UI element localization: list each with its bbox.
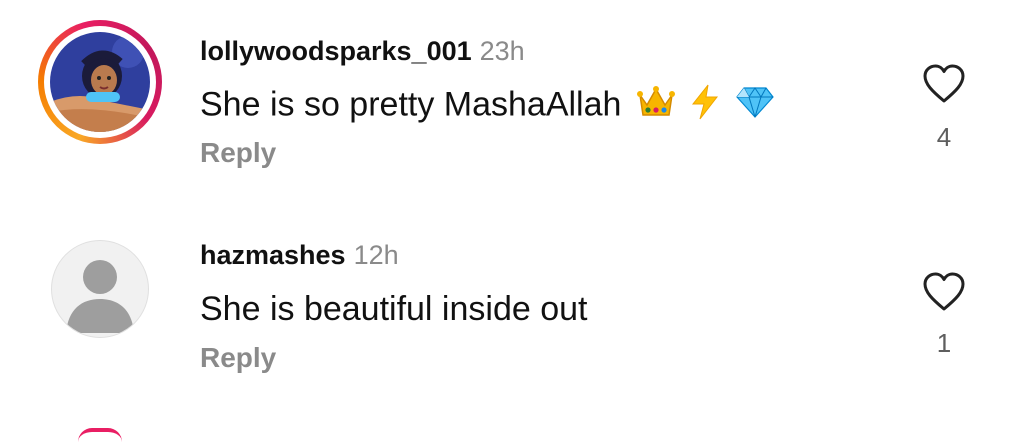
like-count: 4 bbox=[936, 122, 952, 152]
comment-item: hazmashes 12h She is beautiful inside out… bbox=[0, 210, 1024, 420]
username[interactable]: hazmashes bbox=[200, 240, 346, 270]
comment-body: She is beautiful inside out bbox=[200, 290, 588, 328]
avatar-image bbox=[50, 32, 150, 132]
default-avatar[interactable] bbox=[51, 240, 149, 338]
heart-icon bbox=[923, 64, 965, 103]
like-button[interactable] bbox=[922, 64, 966, 104]
reply-button[interactable]: Reply bbox=[200, 137, 276, 169]
lightning-icon bbox=[690, 84, 720, 129]
comment-meta: hazmashes 12h bbox=[200, 240, 399, 271]
avatar-with-story-ring[interactable] bbox=[38, 20, 162, 144]
comment-text: She is beautiful inside out bbox=[200, 290, 587, 329]
heart-icon bbox=[923, 272, 965, 311]
comment-text: She is so pretty MashaAllah bbox=[200, 84, 774, 129]
crown-icon bbox=[636, 85, 675, 128]
gem-icon bbox=[736, 86, 774, 127]
comment-meta: lollywoodsparks_001 23h bbox=[200, 36, 525, 67]
like-count: 1 bbox=[936, 328, 952, 358]
comment-item: lollywoodsparks_001 23h She is so pretty … bbox=[0, 0, 1024, 210]
comment-body: She is so pretty MashaAllah bbox=[200, 85, 622, 124]
reply-button[interactable]: Reply bbox=[200, 342, 276, 374]
timestamp: 23h bbox=[479, 36, 525, 66]
like-button[interactable] bbox=[922, 272, 966, 312]
timestamp: 12h bbox=[353, 240, 399, 270]
username[interactable]: lollywoodsparks_001 bbox=[200, 36, 472, 66]
next-comment-avatar-ring bbox=[78, 428, 122, 442]
